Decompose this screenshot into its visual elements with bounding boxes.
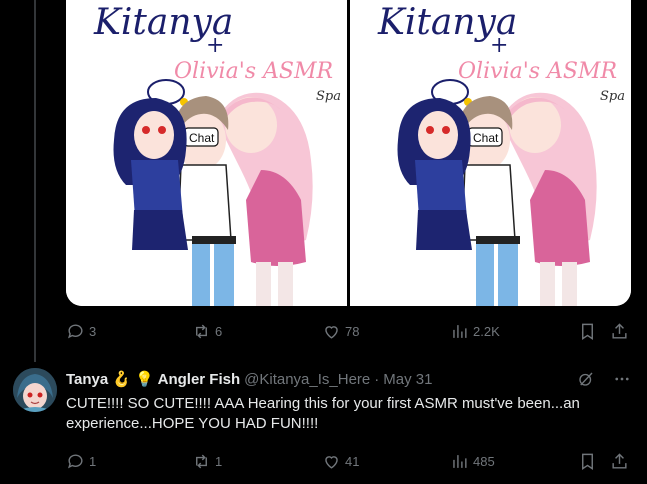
share-icon — [612, 452, 627, 469]
hook-emoji: 🪝 — [112, 371, 131, 388]
artwork-subtitle-left: Olivia's ASMR — [174, 59, 333, 84]
chat-bubble-text-right: Chat — [473, 131, 499, 145]
repost-icon — [196, 454, 207, 468]
thread-connector-line — [34, 0, 36, 362]
views-icon — [453, 454, 467, 468]
tweet1-repost-button[interactable]: 6 — [192, 322, 222, 341]
tweet1-bookmark-button[interactable] — [578, 322, 597, 341]
share-icon — [612, 322, 627, 339]
bookmark-icon — [582, 453, 593, 470]
tweet1-views-count: 2.2K — [473, 323, 500, 339]
bulb-emoji: 💡 — [134, 371, 154, 388]
tweet-text: CUTE!!!! SO CUTE!!!! AAA Hearing this fo… — [66, 395, 580, 432]
artwork-tag-right: Spa — [600, 89, 625, 104]
tweet2-reply-button[interactable]: 1 — [66, 452, 96, 471]
bookmark-icon — [582, 323, 593, 340]
tweet-header: Tanya 🪝 💡 Angler Fish @Kitanya_Is_Here ·… — [66, 370, 432, 389]
user-handle[interactable]: @Kitanya_Is_Here — [244, 371, 370, 388]
avatar[interactable] — [13, 368, 57, 412]
tweet1-share-button[interactable] — [610, 322, 629, 341]
views-icon — [453, 324, 467, 338]
artwork-left: Chat Kitanya + Olivia's ASMR Spa — [66, 0, 347, 306]
tweet1-action-bar: 3 6 78 2.2K — [66, 320, 631, 342]
avatar-image — [13, 368, 57, 412]
tweet1-views-button[interactable]: 2.2K — [450, 322, 500, 341]
tweet-header-actions — [577, 370, 631, 388]
header-separator: · — [374, 370, 380, 388]
display-name[interactable]: Tanya — [66, 371, 108, 388]
tweet2-like-button[interactable]: 41 — [322, 452, 359, 471]
artwork-tag-left: Spa — [316, 89, 341, 104]
media-image-left[interactable]: Chat Kitanya + Olivia's ASMR Spa — [66, 0, 347, 306]
tweet1-reply-count: 3 — [89, 323, 97, 339]
artwork-plus-right: + — [490, 33, 508, 58]
artwork-subtitle-right: Olivia's ASMR — [458, 59, 617, 84]
media-image-right[interactable]: Chat Kitanya + Olivia's ASMR Spa — [350, 0, 631, 306]
tweet2-action-bar: 1 1 41 485 — [66, 450, 631, 472]
tweet1-repost-count: 6 — [215, 323, 223, 339]
tweet1-reply-button[interactable]: 3 — [66, 322, 96, 341]
repost-icon — [196, 324, 207, 338]
like-icon — [325, 455, 338, 469]
more-icon[interactable] — [613, 370, 631, 388]
tweet-media-grid[interactable]: Chat Kitanya + Olivia's ASMR Spa Chat Ki… — [66, 0, 631, 306]
tweet2-views-count: 485 — [473, 453, 495, 469]
reply-icon — [68, 453, 83, 468]
like-icon — [325, 325, 338, 339]
tweet1-like-button[interactable]: 78 — [322, 322, 359, 341]
display-name-suffix[interactable]: Angler Fish — [158, 371, 241, 388]
tweet2-views-button[interactable]: 485 — [450, 452, 495, 471]
tweet-date[interactable]: May 31 — [383, 371, 432, 388]
tweet2-share-button[interactable] — [610, 452, 629, 471]
tweet2-repost-button[interactable]: 1 — [192, 452, 222, 471]
reply-icon — [68, 323, 83, 338]
chat-bubble-text-left: Chat — [189, 131, 215, 145]
tweet2-like-count: 41 — [345, 453, 360, 469]
tweet2-bookmark-button[interactable] — [578, 452, 597, 471]
artwork-plus-left: + — [206, 33, 224, 58]
grok-icon[interactable] — [577, 370, 595, 388]
tweet1-like-count: 78 — [345, 323, 360, 339]
tweet2-repost-count: 1 — [215, 453, 223, 469]
tweet2-reply-count: 1 — [89, 453, 97, 469]
artwork-right: Chat Kitanya + Olivia's ASMR Spa — [350, 0, 631, 306]
